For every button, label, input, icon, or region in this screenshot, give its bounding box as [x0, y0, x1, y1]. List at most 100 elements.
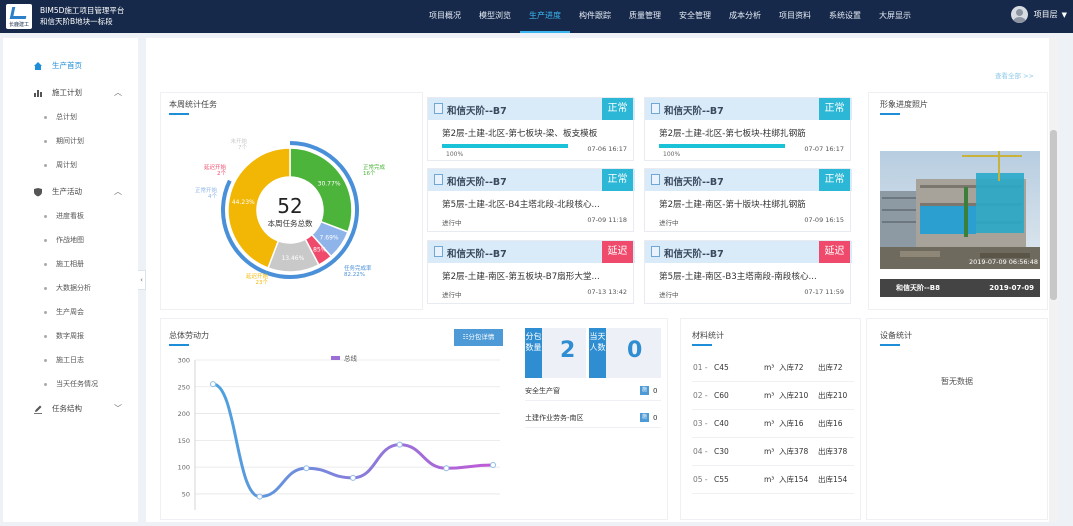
task-card-desc: 第5层-土建-南区-B3主塔南段-南段核心...	[659, 272, 817, 282]
donut-center-value: 52	[277, 194, 302, 218]
legend-swatch	[331, 356, 340, 360]
sidebar-subitem-weekly-report[interactable]: 数字周报	[3, 327, 138, 345]
view-all-link[interactable]: 查看全部 >>	[995, 70, 1034, 80]
sidebar-item-activity[interactable]: 生产活动 ︿	[3, 183, 138, 201]
building-icon	[434, 246, 443, 257]
chevron-down-icon: ▼	[1061, 10, 1067, 19]
material-out: 出库16	[818, 419, 843, 428]
building-icon	[651, 103, 660, 114]
sidebar-subitem-label: 当天任务情况	[56, 380, 98, 388]
user-name: 项目层	[1033, 10, 1058, 19]
nav-item-component[interactable]: 构件跟踪	[570, 0, 620, 33]
task-date: 07-17 11:59	[804, 288, 844, 296]
progress-photo[interactable]: 2019-07-09 06:56:48	[880, 151, 1040, 269]
sidebar-collapse-button[interactable]: ‹	[138, 270, 146, 290]
app-title-line2: 和信天阶B地块一标段	[40, 17, 113, 26]
sidebar-item-home[interactable]: 生产首页	[3, 57, 138, 75]
nav-item-quality[interactable]: 质量管理	[620, 0, 670, 33]
sidebar-item-label: 施工计划	[52, 88, 82, 97]
bar-chart-icon	[34, 90, 42, 97]
donut-callout-value: 2个	[217, 170, 226, 177]
task-card[interactable]: 和信天阶--B7 正常 第5层-土建-北区-B4主塔北段-北段核心... 进行中 07-…	[427, 168, 635, 232]
sidebar-subitem-board[interactable]: 进度看板	[3, 207, 138, 225]
status-badge: 正常	[819, 98, 850, 120]
subcontract-count-value: 2	[560, 338, 576, 363]
scrollbar[interactable]	[1049, 38, 1058, 522]
chevron-up-icon: ︿	[114, 187, 122, 196]
labor-row[interactable]: 土建作业劳务-南区 施 0	[525, 408, 661, 428]
sidebar-subitem-today[interactable]: 当天任务情况	[3, 375, 138, 393]
task-card[interactable]: 和信天阶--B7 延迟 第5层-土建-南区-B3主塔南段-南段核心... 进行中 07-…	[644, 240, 852, 304]
avatar	[1010, 6, 1028, 23]
status-badge: 正常	[819, 169, 850, 191]
labor-row-name: 安全生产窗	[525, 387, 560, 395]
sidebar-subitem-label: 作战地图	[56, 236, 84, 244]
task-date: 07-09 11:18	[587, 216, 627, 224]
sidebar-item-tasks[interactable]: 任务结构 ﹀	[3, 400, 138, 418]
nav-item-safety[interactable]: 安全管理	[670, 0, 720, 33]
user-menu[interactable]: 项目层 ▼	[1010, 6, 1067, 23]
donut-callout-label: 正常完成	[363, 163, 386, 171]
material-row[interactable]: 03 - C40 m³ 入库16 出库16	[692, 410, 854, 438]
task-card[interactable]: 和信天阶--B7 正常 第2层-土建-北区-第七板块-柱绑扎钢筋 100% 07-07 …	[644, 97, 852, 161]
nav-item-settings[interactable]: 系统设置	[820, 0, 870, 33]
sidebar: 生产首页 施工计划 ︿ 总计划 期间计划 周计划 生产活动 ︿ 进度看板 作战地…	[3, 38, 138, 522]
weekly-task-donut-chart: 30.77%7.69%3.85%13.46%44.23% 52本周任务总数正常完成…	[195, 137, 386, 286]
sidebar-subitem-album[interactable]: 施工相册	[3, 255, 138, 273]
progress-text: 100%	[663, 151, 681, 158]
task-card[interactable]: 和信天阶--B7 正常 第2层-土建-南区-第十版块-柱绑扎钢筋 进行中 07-09 1…	[644, 168, 852, 232]
sidebar-subitem-log[interactable]: 施工日志	[3, 351, 138, 369]
progress-fill	[659, 144, 785, 148]
sidebar-subitem-bigdata[interactable]: 大数据分析	[3, 279, 138, 297]
sidebar-subitem-week-plan[interactable]: 周计划	[3, 156, 138, 174]
today-headcount-label: 当天人数	[589, 328, 606, 378]
material-row[interactable]: 05 - C55 m³ 入库154 出库154	[692, 466, 854, 494]
sidebar-subitem-weekly-meeting[interactable]: 生产周会	[3, 303, 138, 321]
nav-item-cost[interactable]: 成本分析	[720, 0, 770, 33]
material-code: C60	[714, 391, 729, 400]
construction-photo-image: 2019-07-09 06:56:48	[880, 151, 1040, 269]
material-row[interactable]: 01 - C45 m³ 入库72 出库72	[692, 354, 854, 382]
material-row[interactable]: 04 - C30 m³ 入库378 出库378	[692, 438, 854, 466]
task-card[interactable]: 和信天阶--B7 延迟 第2层-土建-南区-第五板块-B7扇形大堂... 进行中 07-…	[427, 240, 635, 304]
sidebar-subitem-map[interactable]: 作战地图	[3, 231, 138, 249]
sidebar-subitem-period-plan[interactable]: 期间计划	[3, 132, 138, 150]
task-state: 进行中	[659, 219, 679, 227]
bullet-icon	[44, 215, 47, 218]
material-in: 入库72	[779, 363, 804, 372]
donut-center-label: 本周任务总数	[268, 218, 313, 228]
scrollbar-thumb[interactable]	[1050, 130, 1057, 300]
building-icon	[651, 246, 660, 257]
sidebar-subitem-label: 进度看板	[56, 212, 84, 220]
material-code: C40	[714, 419, 729, 428]
sidebar-subitem-label: 数字周报	[56, 332, 84, 340]
nav-item-model[interactable]: 模型浏览	[470, 0, 520, 33]
nav-item-overview[interactable]: 项目概况	[420, 0, 470, 33]
material-code: C30	[714, 447, 729, 456]
bullet-icon	[44, 335, 47, 338]
task-card[interactable]: 和信天阶--B7 正常 第2层-土建-北区-第七板块-梁、板支模板 100% 07-06…	[427, 97, 635, 161]
nav-item-docs[interactable]: 项目资料	[770, 0, 820, 33]
labor-row[interactable]: 安全生产窗 施 0	[525, 381, 661, 401]
bullet-icon	[44, 383, 47, 386]
sidebar-item-label: 任务结构	[52, 404, 82, 413]
nav-item-progress[interactable]: 生产进度	[520, 0, 570, 33]
donut-slice-label: 30.77%	[318, 181, 341, 188]
material-row[interactable]: 02 - C60 m³ 入库210 出库210	[692, 382, 854, 410]
nav-item-bigscreen[interactable]: 大屏显示	[870, 0, 920, 33]
task-card-desc: 第2层-土建-北区-第七板块-梁、板支模板	[442, 129, 598, 139]
photo-panel-title: 形象进度照片	[880, 100, 928, 115]
progress-bar	[659, 144, 785, 148]
task-card-title: 和信天阶--B7	[447, 177, 507, 188]
subcontract-detail-button[interactable]: ☷分包详情	[454, 329, 503, 346]
equipment-empty-text: 暂无数据	[941, 377, 973, 386]
material-idx: 05 -	[693, 475, 708, 484]
sidebar-subitem-master-plan[interactable]: 总计划	[3, 108, 138, 126]
labor-row-count: 0	[653, 387, 658, 395]
donut-callout-value: 23个	[256, 279, 269, 286]
app-title: BIM5D施工项目管理平台 和信天阶B地块一标段	[40, 5, 124, 27]
material-unit: m³	[764, 447, 775, 456]
sidebar-item-plan[interactable]: 施工计划 ︿	[3, 84, 138, 102]
task-card-desc: 第5层-土建-北区-B4主塔北段-北段核心...	[442, 200, 600, 210]
sidebar-subitem-label: 生产周会	[56, 308, 84, 316]
